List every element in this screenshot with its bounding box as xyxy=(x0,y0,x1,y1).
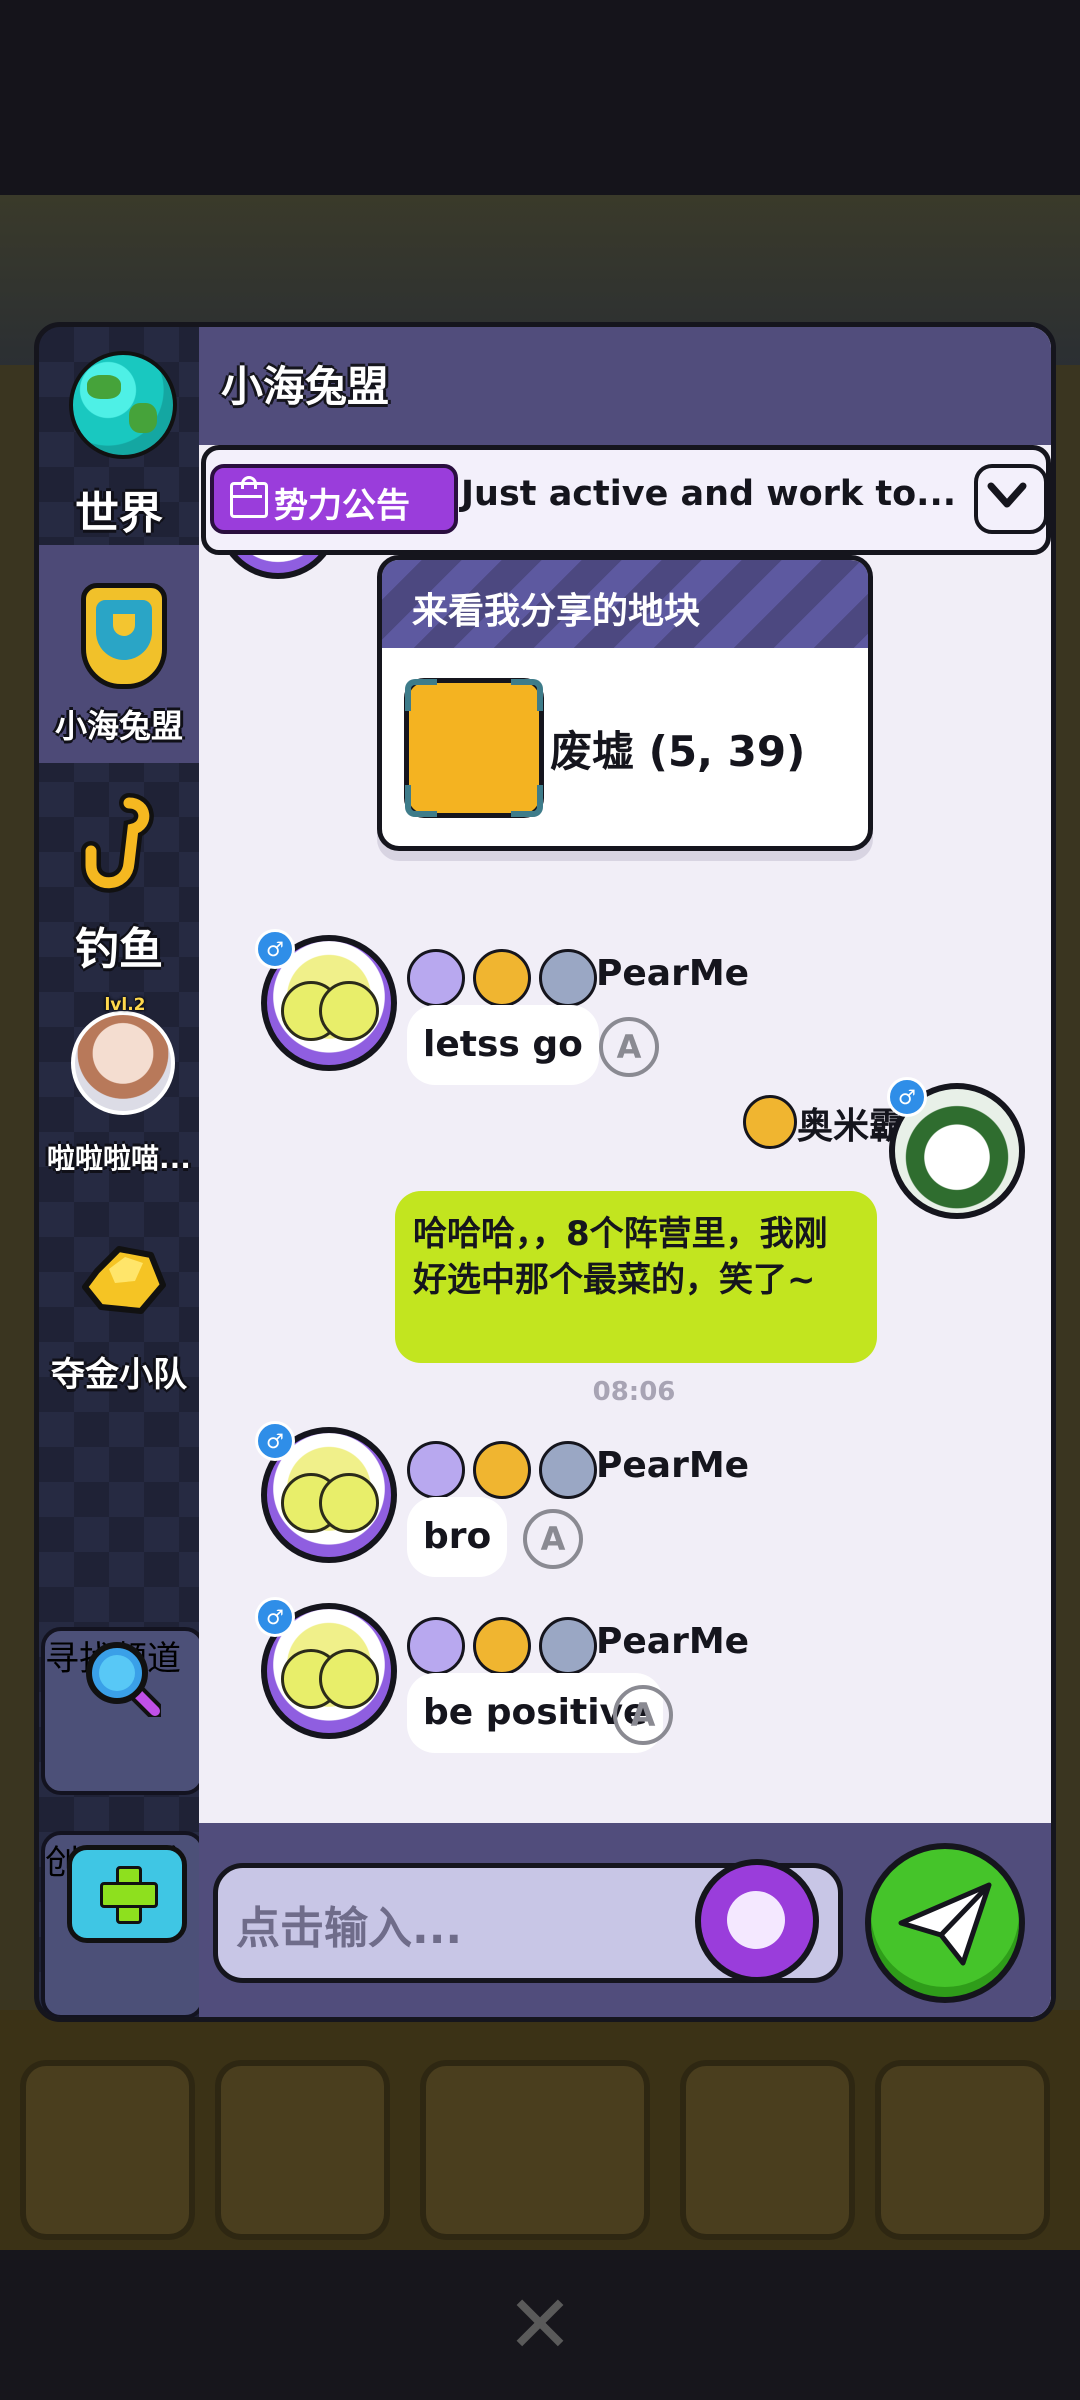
share-card-title: 来看我分享的地块 xyxy=(412,591,701,632)
sidebar-item-fishing[interactable]: 钓鱼 xyxy=(39,763,199,981)
chat-bubble[interactable]: bro xyxy=(407,1497,508,1577)
badge-icon xyxy=(539,1617,597,1675)
message-timestamp: 08:06 xyxy=(592,1377,676,1407)
dock-slot xyxy=(20,2060,195,2240)
sidebar-item-label: 世界 xyxy=(75,488,163,539)
channel-avatar xyxy=(71,1011,175,1115)
badge-icon xyxy=(473,1441,531,1499)
chat-main: 小海兔盟 势力公告 Just active and work to... 来看我… xyxy=(199,327,1051,2017)
male-gender-icon: ♂ xyxy=(255,1421,295,1461)
username[interactable]: PearMe xyxy=(596,1621,749,1662)
announcement-tag: 势力公告 xyxy=(210,464,458,534)
sidebar-item-label: 钓鱼 xyxy=(75,924,163,975)
badge-icon xyxy=(473,1617,531,1675)
dock-slot xyxy=(875,2060,1050,2240)
close-icon[interactable]: ✕ xyxy=(505,2285,575,2365)
shared-tile-card[interactable]: 来看我分享的地块 废墟 (5, 39) xyxy=(377,555,873,851)
globe-icon xyxy=(69,351,177,459)
sidebar-item-lalala[interactable]: lvl.2 啦啦啦喵... xyxy=(39,981,199,1199)
share-card-header: 来看我分享的地块 xyxy=(382,560,868,648)
sidebar-item-label: 夺金小队 xyxy=(51,1355,187,1395)
create-channel-button[interactable]: 创建频道 xyxy=(41,1831,205,2017)
send-button[interactable] xyxy=(865,1843,1025,2003)
paper-plane-icon xyxy=(898,1882,992,1966)
male-gender-icon: ♂ xyxy=(255,929,295,969)
male-gender-icon: ♂ xyxy=(887,1077,927,1117)
search-icon xyxy=(86,1642,161,1717)
sidebar-item-label: 啦啦啦喵... xyxy=(47,1142,191,1175)
page-title: 小海兔盟 xyxy=(221,362,390,411)
expand-button[interactable] xyxy=(974,464,1048,534)
announcement-tag-label: 势力公告 xyxy=(274,486,410,526)
background-dock xyxy=(0,2010,1080,2250)
sidebar-item-label: 小海兔盟 xyxy=(54,707,183,745)
dock-slot xyxy=(215,2060,390,2240)
badge-icon xyxy=(743,1095,797,1149)
level-badge: lvl.2 xyxy=(104,995,146,1015)
fishing-hook-icon xyxy=(81,793,154,893)
emoji-button[interactable] xyxy=(695,1859,819,1983)
sidebar-item-world[interactable]: 世界 xyxy=(39,327,199,545)
dock-slot xyxy=(680,2060,855,2240)
username[interactable]: PearMe xyxy=(596,1445,749,1486)
channel-sidebar: 世界 小海兔盟 钓鱼 lvl.2 啦啦啦喵... 夺金小队 xyxy=(39,327,205,2017)
badge-icon xyxy=(407,949,465,1007)
smiley-icon xyxy=(727,1891,785,1949)
background-top xyxy=(0,0,1080,200)
badge-icon xyxy=(539,949,597,1007)
find-channel-button[interactable]: 寻找频道 xyxy=(41,1627,205,1795)
dock-slot xyxy=(420,2060,650,2240)
reaction-button[interactable]: A xyxy=(613,1685,673,1745)
male-gender-icon: ♂ xyxy=(255,1597,295,1637)
my-chat-bubble[interactable]: 哈哈哈，，8个阵营里，我刚好选中那个最菜的，笑了~ xyxy=(395,1191,877,1363)
input-bar: 点击输入... xyxy=(199,1823,1051,2017)
reaction-button[interactable]: A xyxy=(523,1509,583,1569)
badge-icon xyxy=(473,949,531,1007)
chevron-down-icon xyxy=(987,482,1027,508)
announcement-icon xyxy=(230,476,268,518)
reaction-button[interactable]: A xyxy=(599,1017,659,1077)
badge-icon xyxy=(539,1441,597,1499)
chat-bubble[interactable]: letss go xyxy=(407,1005,599,1085)
add-channel-icon xyxy=(67,1845,187,1943)
chat-header: 小海兔盟 xyxy=(199,327,1051,445)
announcement-text: Just active and work to... xyxy=(461,474,957,514)
sidebar-item-alliance[interactable]: 小海兔盟 xyxy=(39,545,199,763)
badge-icon xyxy=(407,1617,465,1675)
input-placeholder: 点击输入... xyxy=(236,1903,463,1954)
username[interactable]: PearMe xyxy=(596,953,749,994)
tile-location: 废墟 (5, 39) xyxy=(550,727,806,776)
gold-nugget-icon xyxy=(82,1246,166,1314)
trophy-shield-icon xyxy=(81,583,167,689)
announcement-bar[interactable]: 势力公告 Just active and work to... xyxy=(201,445,1051,555)
sidebar-item-gold-team[interactable]: 夺金小队 xyxy=(39,1199,199,1417)
badge-icon xyxy=(407,1441,465,1499)
chat-panel: 世界 小海兔盟 钓鱼 lvl.2 啦啦啦喵... 夺金小队 小海兔盟 势力公告 … xyxy=(34,322,1056,2022)
tile-icon xyxy=(404,678,544,818)
